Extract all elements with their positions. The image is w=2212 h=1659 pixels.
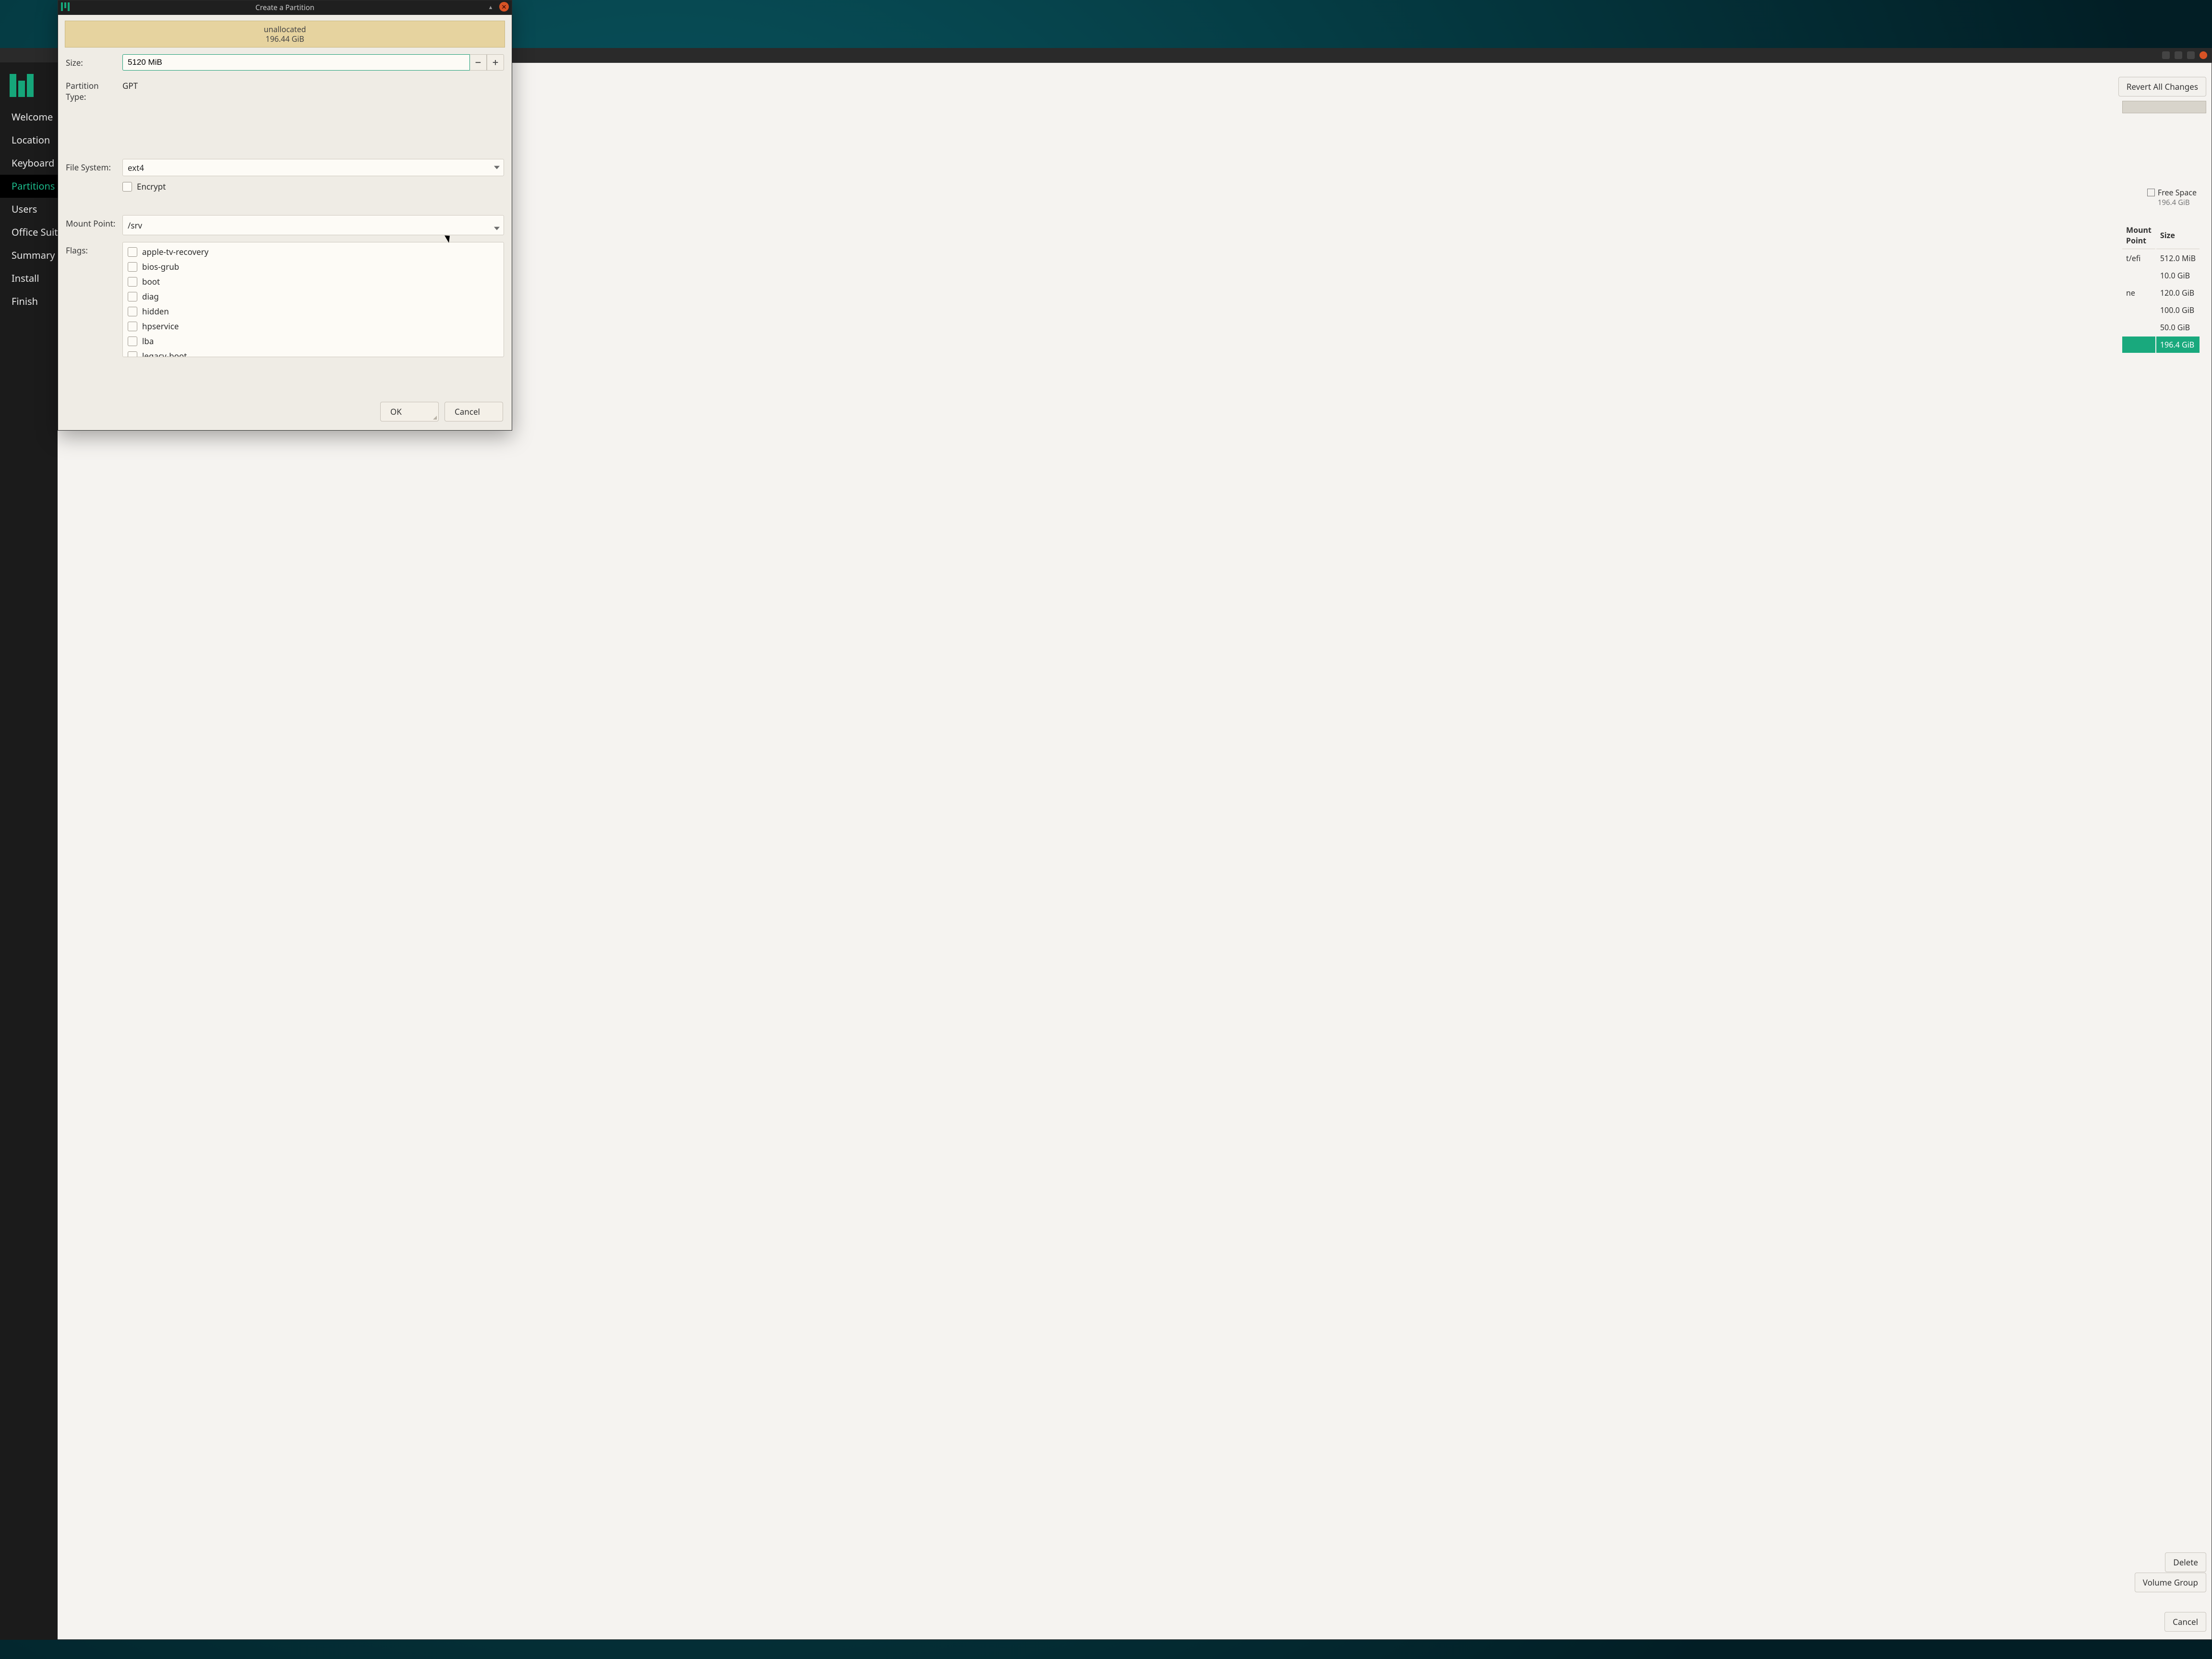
mount-point-value: /srv [128, 220, 142, 231]
flag-checkbox-apple-tv-recovery[interactable] [128, 247, 137, 257]
flag-checkbox-hpservice[interactable] [128, 322, 137, 331]
table-row[interactable]: 196.4 GiB [2122, 337, 2200, 353]
mount-point-combo[interactable]: /srv [122, 215, 504, 235]
filesystem-label: File System: [66, 159, 119, 173]
cancel-button[interactable]: Cancel [445, 402, 503, 421]
chevron-down-icon [494, 227, 500, 230]
mount-point-label: Mount Point: [66, 215, 119, 229]
col-size: Size [2156, 222, 2200, 249]
disk-usage-bar[interactable]: unallocated 196.44 GiB [65, 21, 505, 48]
flag-checkbox-diag[interactable] [128, 292, 137, 301]
form-spacer [66, 109, 504, 152]
partition-type-value: GPT [122, 77, 504, 91]
flag-checkbox-boot[interactable] [128, 277, 137, 287]
flag-item-boot[interactable]: boot [123, 274, 504, 289]
legend-label: Free Space [2158, 187, 2197, 198]
volume-group-button[interactable]: Volume Group [2135, 1573, 2206, 1592]
bg-maximize-icon[interactable] [2187, 51, 2195, 59]
ok-button[interactable]: OK [380, 402, 439, 421]
table-row[interactable]: 100.0 GiB [2122, 302, 2200, 318]
revert-all-changes-button[interactable]: Revert All Changes [2118, 77, 2206, 96]
flag-item-apple-tv-recovery[interactable]: apple-tv-recovery [123, 244, 504, 259]
bg-minimize-icon[interactable] [2175, 51, 2182, 59]
flag-label: boot [142, 276, 160, 287]
table-row[interactable]: ne120.0 GiB [2122, 285, 2200, 301]
bg-close-icon[interactable] [2200, 51, 2207, 59]
encrypt-label: Encrypt [137, 181, 166, 192]
legend-swatch-icon [2147, 189, 2155, 196]
sidebar-item-partitions[interactable]: Partitions [0, 175, 58, 198]
col-mount-point: Mount Point [2122, 222, 2155, 249]
partition-type-label: Partition Type: [66, 77, 119, 102]
flag-item-bios-grub[interactable]: bios-grub [123, 259, 504, 274]
dialog-footer: OK Cancel [58, 395, 512, 430]
dialog-titlebar[interactable]: Create a Partition ▴ ✕ [58, 0, 512, 15]
partitions-right-panel: Revert All Changes Free Space 196.4 GiB … [2127, 72, 2206, 1633]
flag-label: apple-tv-recovery [142, 246, 208, 257]
sidebar-item-finish[interactable]: Finish [0, 290, 58, 313]
sidebar-item-keyboard[interactable]: Keyboard [0, 152, 58, 175]
table-row[interactable]: t/efi512.0 MiB [2122, 250, 2200, 266]
size-increment-button[interactable]: + [487, 54, 504, 71]
legend-size: 196.4 GiB [2158, 198, 2197, 207]
flag-item-diag[interactable]: diag [123, 289, 504, 304]
flag-item-hidden[interactable]: hidden [123, 304, 504, 319]
delete-button[interactable]: Delete [2165, 1552, 2206, 1572]
filesystem-combo[interactable]: ext4 [122, 159, 504, 176]
resize-grip-icon [433, 416, 437, 420]
bg-titlebar-controls [2162, 48, 2207, 62]
partitions-table: Mount Point Size t/efi512.0 MiB10.0 GiBn… [2121, 221, 2200, 354]
flag-label: legacy-boot [142, 350, 187, 357]
sidebar-item-install[interactable]: Install [0, 267, 58, 290]
size-stepper: − + [122, 54, 504, 71]
size-label: Size: [66, 54, 119, 68]
flags-list[interactable]: apple-tv-recovery bios-grub boot diag hidden… [122, 242, 504, 357]
flag-label: lba [142, 336, 154, 347]
flags-label: Flags: [66, 242, 119, 256]
filesystem-value: ext4 [128, 162, 144, 173]
flag-label: diag [142, 291, 159, 302]
sidebar-item-welcome[interactable]: Welcome [0, 106, 58, 129]
flag-item-lba[interactable]: lba [123, 334, 504, 349]
sidebar-item-office-suite[interactable]: Office Suite [0, 221, 58, 244]
create-partition-dialog: Create a Partition ▴ ✕ unallocated 196.4… [58, 0, 512, 431]
manjaro-logo-icon [10, 73, 48, 97]
table-row[interactable]: 10.0 GiB [2122, 267, 2200, 284]
free-space-legend: Free Space 196.4 GiB [2147, 187, 2197, 207]
encrypt-checkbox[interactable] [122, 182, 132, 192]
disk-size: 196.44 GiB [265, 34, 304, 44]
disk-label: unallocated [264, 24, 306, 34]
flag-label: hpservice [142, 321, 179, 332]
flag-checkbox-legacy-boot[interactable] [128, 351, 137, 358]
flag-checkbox-bios-grub[interactable] [128, 262, 137, 272]
sidebar-item-summary[interactable]: Summary [0, 244, 58, 267]
flag-item-hpservice[interactable]: hpservice [123, 319, 504, 334]
chevron-down-icon [494, 166, 500, 169]
partition-dropdown[interactable] [2122, 101, 2206, 113]
flag-label: bios-grub [142, 261, 179, 272]
sidebar-item-users[interactable]: Users [0, 198, 58, 221]
size-decrement-button[interactable]: − [469, 54, 487, 71]
bg-up-icon[interactable] [2162, 51, 2170, 59]
flag-checkbox-hidden[interactable] [128, 307, 137, 316]
dialog-title: Create a Partition [255, 3, 314, 12]
dialog-up-icon[interactable]: ▴ [486, 2, 495, 12]
dialog-close-icon[interactable]: ✕ [499, 2, 509, 12]
table-row[interactable]: 50.0 GiB [2122, 319, 2200, 336]
form-spacer-2 [66, 199, 504, 208]
flag-label: hidden [142, 306, 169, 317]
flag-item-legacy-boot[interactable]: legacy-boot [123, 349, 504, 357]
size-input[interactable] [122, 54, 469, 71]
flag-checkbox-lba[interactable] [128, 337, 137, 346]
bg-cancel-button[interactable]: Cancel [2164, 1612, 2206, 1632]
dialog-app-icon [61, 2, 70, 11]
installer-sidebar: WelcomeLocationKeyboardPartitionsUsersOf… [0, 62, 58, 1640]
sidebar-item-location[interactable]: Location [0, 129, 58, 152]
